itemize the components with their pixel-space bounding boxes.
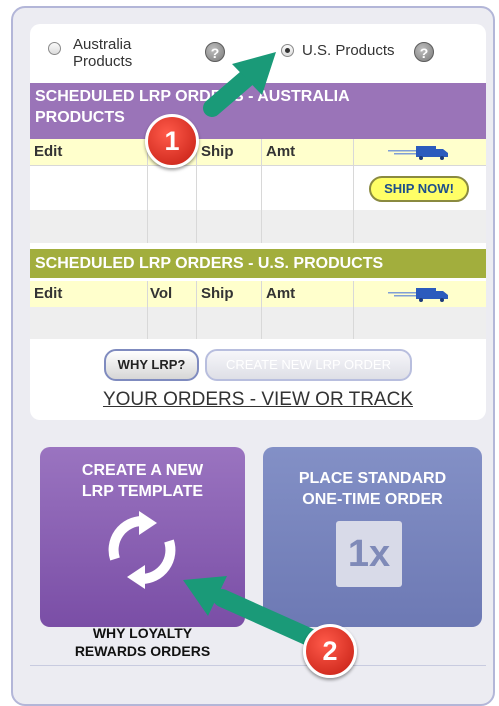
- arrow-icon: [203, 52, 276, 117]
- callout-2: 2: [303, 624, 357, 678]
- annotation-arrows: [183, 52, 327, 650]
- arrow-icon: [183, 576, 327, 650]
- callout-1: 1: [145, 114, 199, 168]
